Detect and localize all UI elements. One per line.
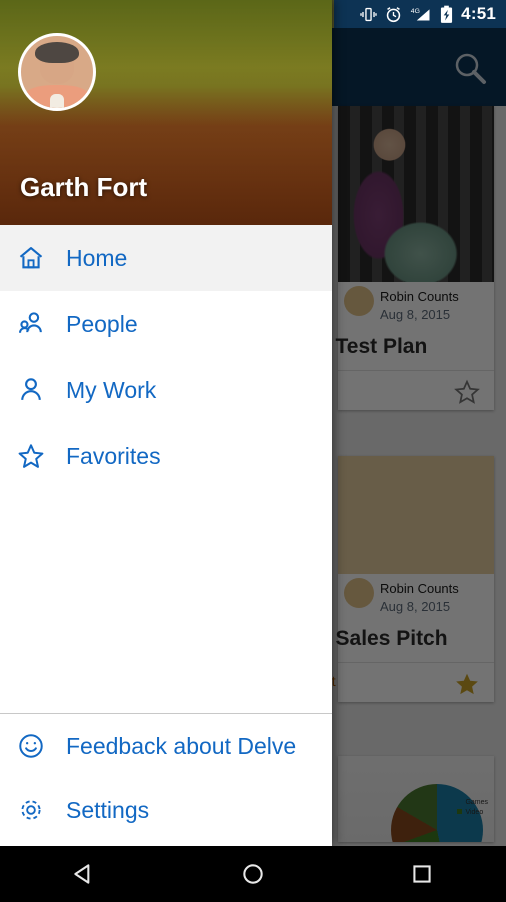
- signal-4g-icon: 4G: [410, 6, 432, 23]
- sidebar-item-home[interactable]: Home: [0, 225, 332, 291]
- vibrate-icon: [360, 6, 377, 23]
- sidebar-item-favorites[interactable]: Favorites: [0, 423, 332, 489]
- home-button[interactable]: [223, 846, 283, 902]
- drawer-main-nav[interactable]: Home People: [0, 225, 332, 713]
- sidebar-item-label: People: [66, 311, 138, 338]
- android-nav-bar[interactable]: [0, 846, 506, 902]
- recents-button[interactable]: [392, 846, 452, 902]
- person-icon: [16, 375, 46, 405]
- people-icon: [16, 309, 46, 339]
- back-button[interactable]: [54, 846, 114, 902]
- sidebar-item-settings[interactable]: Settings: [0, 778, 332, 842]
- sidebar-item-people[interactable]: People: [0, 291, 332, 357]
- gear-icon: [16, 795, 46, 825]
- drawer-footer-nav[interactable]: Feedback about Delve Settings: [0, 713, 332, 846]
- navigation-drawer[interactable]: Garth Fort Home: [0, 0, 332, 846]
- status-clock: 4:51: [461, 4, 496, 24]
- phone-screen: Robin Counts Aug 8, 2015 0 Test Plan: [0, 0, 506, 902]
- sidebar-item-my-work[interactable]: My Work: [0, 357, 332, 423]
- smiley-icon: [16, 731, 46, 761]
- network-type-label: 4G: [411, 7, 420, 14]
- sidebar-item-label: Home: [66, 245, 127, 272]
- battery-charging-icon: [440, 5, 453, 24]
- profile-avatar[interactable]: [18, 33, 96, 111]
- profile-name: Garth Fort: [20, 172, 147, 203]
- home-icon: [16, 243, 46, 273]
- sidebar-item-label: Feedback about Delve: [66, 733, 296, 760]
- system-status-icons: 4G 4:51: [334, 0, 506, 28]
- alarm-icon: [385, 6, 402, 23]
- sidebar-item-label: Settings: [66, 797, 149, 824]
- sidebar-item-label: My Work: [66, 377, 156, 404]
- drawer-header[interactable]: Garth Fort: [0, 0, 332, 225]
- sidebar-item-feedback[interactable]: Feedback about Delve: [0, 714, 332, 778]
- sidebar-item-label: Favorites: [66, 443, 161, 470]
- star-outline-icon: [16, 441, 46, 471]
